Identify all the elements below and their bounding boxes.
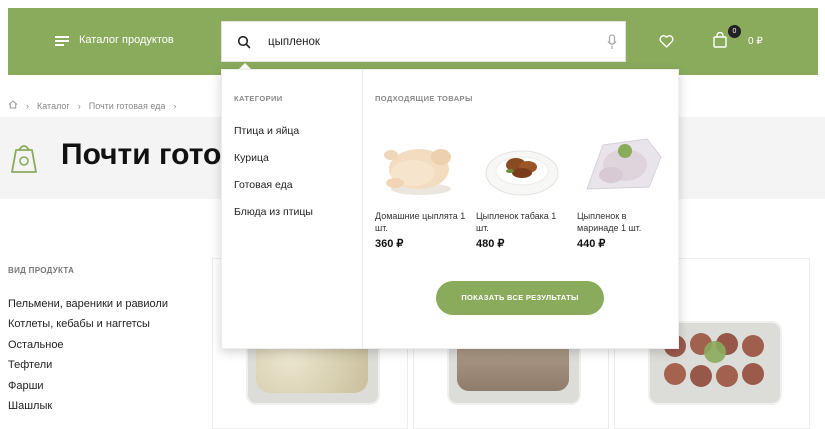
cart-count-badge: 0	[728, 25, 741, 38]
add-to-cart-icon[interactable]	[704, 341, 726, 363]
breadcrumb-separator: ›	[26, 100, 29, 111]
product-price: 440 ₽	[577, 238, 606, 250]
home-icon[interactable]	[8, 100, 18, 111]
category-item[interactable]: Курица	[234, 151, 313, 178]
breadcrumb-item[interactable]: Каталог	[37, 101, 70, 111]
breadcrumb-item[interactable]: Почти готовая еда	[89, 101, 166, 111]
menu-icon	[55, 36, 69, 46]
category-item[interactable]: Готовая еда	[234, 178, 313, 205]
breadcrumb-separator: ›	[77, 100, 81, 111]
filter-item[interactable]: Котлеты, кебабы и наггетсы	[8, 316, 168, 336]
product-name[interactable]: Цыпленок табака 1 шт.	[476, 210, 568, 234]
suggested-product[interactable]: Цыпленок табака 1 шт. 480 ₽	[476, 127, 568, 250]
category-item[interactable]: Птица и яйца	[234, 124, 313, 151]
catalog-menu-button[interactable]: Каталог продуктов	[55, 34, 174, 46]
search-icon[interactable]	[237, 35, 251, 54]
filter-item[interactable]: Шашлык	[8, 398, 168, 418]
category-list: Птица и яйца Курица Готовая еда Блюда из…	[234, 124, 313, 232]
product-name[interactable]: Цыпленок в маринаде 1 шт.	[577, 210, 669, 234]
heart-icon[interactable]	[659, 35, 674, 53]
tabaka-chicken-image	[476, 127, 568, 207]
food-bag-icon	[8, 140, 40, 179]
search-box[interactable]	[221, 21, 626, 62]
cart-total[interactable]: 0 ₽	[748, 36, 763, 47]
microphone-icon[interactable]	[607, 34, 617, 55]
product-price: 480 ₽	[476, 238, 505, 250]
suggested-product[interactable]: Цыпленок в маринаде 1 шт. 440 ₽	[577, 127, 669, 250]
category-item[interactable]: Блюда из птицы	[234, 205, 313, 232]
breadcrumb: › Каталог › Почти готовая еда ›	[8, 100, 176, 111]
show-all-results-button[interactable]: ПОКАЗАТЬ ВСЕ РЕЗУЛЬТАТЫ	[436, 281, 604, 315]
filter-item[interactable]: Фарши	[8, 378, 168, 398]
search-input[interactable]	[268, 33, 588, 51]
filter-item[interactable]: Пельмени, вареники и равиоли	[8, 296, 168, 316]
filter-list: Пельмени, вареники и равиоли Котлеты, ке…	[8, 296, 168, 418]
catalog-label: Каталог продуктов	[79, 34, 174, 46]
suggested-product[interactable]: Домашние цыплята 1 шт. 360 ₽	[375, 127, 467, 250]
product-price: 360 ₽	[375, 238, 404, 250]
product-name[interactable]: Домашние цыплята 1 шт.	[375, 210, 467, 234]
shopping-bag-icon[interactable]	[712, 31, 728, 53]
products-heading: ПОДХОДЯЩИЕ ТОВАРЫ	[375, 94, 473, 103]
categories-heading: КАТЕГОРИИ	[234, 94, 283, 103]
dropdown-divider	[362, 70, 363, 348]
filter-heading: ВИД ПРОДУКТА	[8, 266, 75, 275]
search-suggestions-dropdown: КАТЕГОРИИ Птица и яйца Курица Готовая ед…	[221, 69, 679, 349]
filter-item[interactable]: Тефтели	[8, 357, 168, 377]
marinated-chicken-image	[577, 127, 669, 207]
breadcrumb-separator: ›	[173, 100, 177, 111]
filter-item[interactable]: Остальное	[8, 337, 168, 357]
whole-chicken-image	[375, 127, 467, 207]
